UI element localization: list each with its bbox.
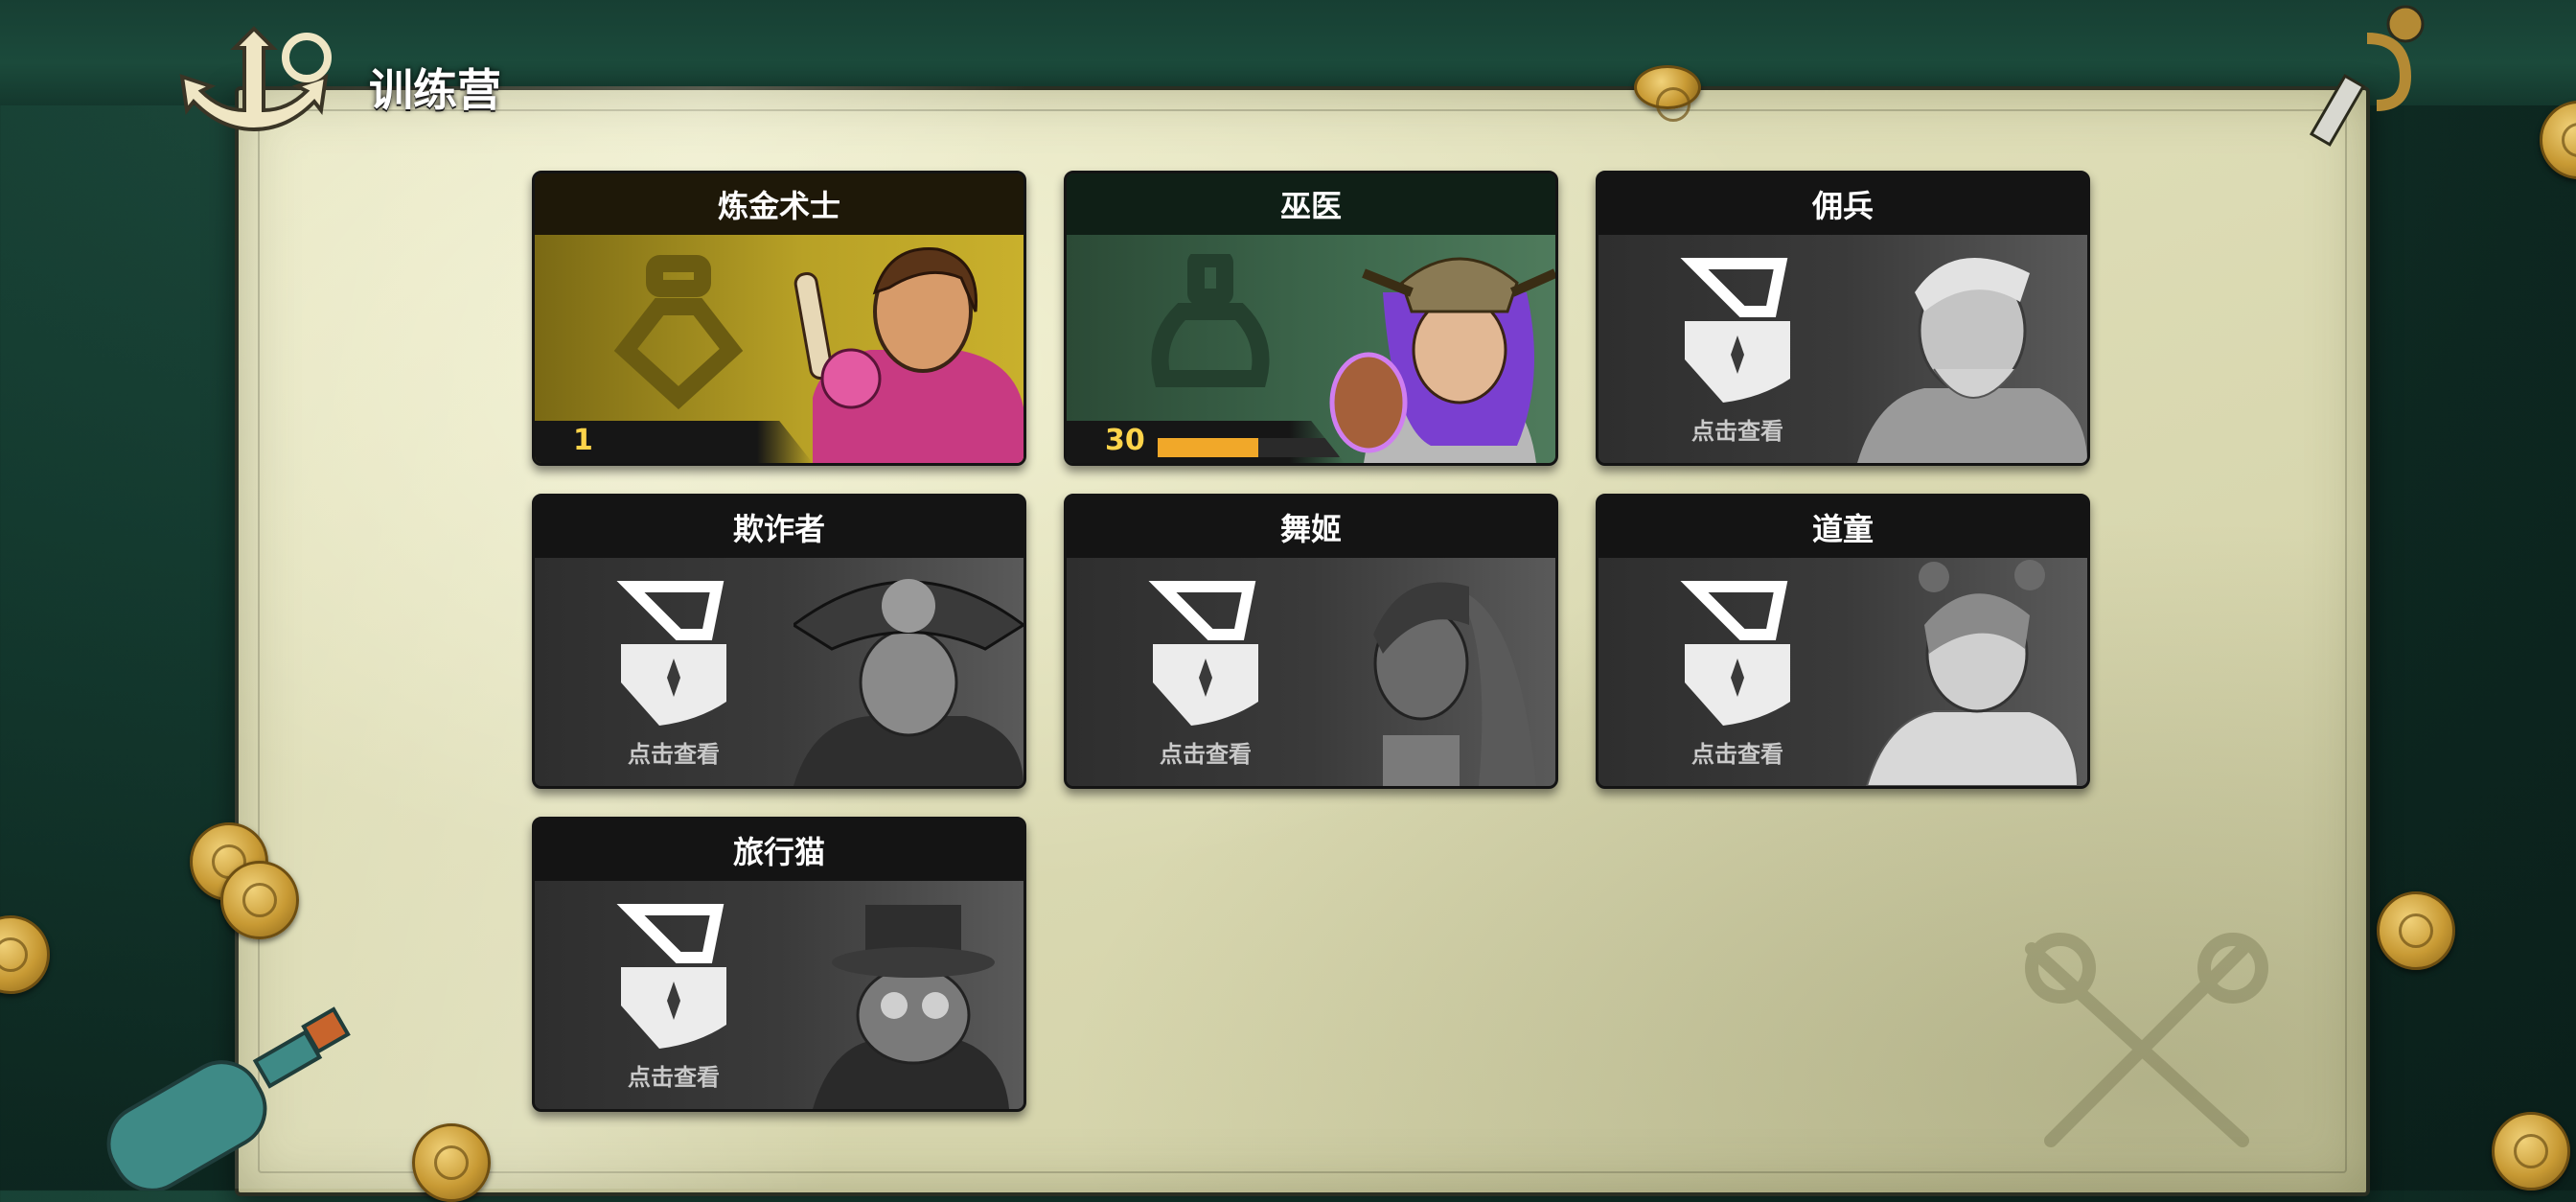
hero-card-dancer[interactable]: 舞姬 点击查看	[1064, 494, 1558, 789]
alchemist-portrait	[794, 247, 1024, 463]
coin-icon	[2540, 101, 2576, 179]
card-title: 巫医	[1067, 173, 1555, 235]
hero-card-travel-cat[interactable]: 旅行猫 点击查看	[532, 817, 1026, 1112]
witch-doctor-portrait	[1329, 257, 1555, 463]
sword-icon	[2310, 5, 2425, 147]
coin-icon	[2492, 1112, 2570, 1190]
xp-progress-fill	[1158, 438, 1258, 457]
hero-card-taoist[interactable]: 道童 点击查看	[1596, 494, 2090, 789]
taoist-portrait	[1865, 560, 2080, 786]
coin-icon	[0, 915, 50, 994]
coin-icon	[2377, 891, 2455, 970]
page-title: 训练营	[369, 64, 501, 116]
view-details-label: 点击查看	[1691, 741, 1783, 768]
level-badge: 30	[1067, 421, 1345, 463]
trickster-portrait	[794, 579, 1024, 786]
card-title: 欺诈者	[535, 497, 1024, 558]
view-details-label: 点击查看	[628, 741, 720, 768]
card-body: 30	[1067, 235, 1555, 463]
card-body: 点击查看	[535, 881, 1024, 1109]
dancer-portrait	[1373, 582, 1536, 786]
card-title: 舞姬	[1067, 497, 1555, 558]
view-details-label: 点击查看	[1160, 741, 1252, 768]
hero-card-trickster[interactable]: 欺诈者 点击查看	[532, 494, 1026, 789]
hero-card-witch-doctor[interactable]: 巫医 30	[1064, 171, 1558, 466]
map-sketch-icon	[2025, 933, 2268, 1147]
card-body: 点击查看	[1598, 558, 2087, 786]
lock-icon	[616, 904, 726, 1049]
card-title: 道童	[1598, 497, 2087, 558]
flask-emblem-icon	[613, 255, 744, 410]
card-body: 点击查看	[535, 558, 1024, 786]
level-number: 1	[573, 424, 593, 457]
hero-card-mercenary[interactable]: 佣兵 点击查看	[1596, 171, 2090, 466]
card-body: 1	[535, 235, 1024, 463]
xp-progress-bar	[1158, 438, 1340, 457]
view-details-label: 点击查看	[628, 1064, 720, 1091]
card-title: 旅行猫	[535, 820, 1024, 881]
mercenary-portrait	[1857, 258, 2087, 463]
level-badge: 1	[535, 421, 813, 463]
card-body: 点击查看	[1067, 558, 1555, 786]
card-body: 点击查看	[1598, 235, 2087, 463]
coin-icon	[220, 861, 299, 939]
lock-icon	[1680, 258, 1790, 403]
potion-emblem-icon	[1151, 254, 1270, 387]
card-title: 佣兵	[1598, 173, 2087, 235]
card-title: 炼金术士	[535, 173, 1024, 235]
anchor-icon[interactable]	[163, 19, 345, 153]
lock-icon	[616, 581, 726, 726]
view-details-label: 点击查看	[1691, 418, 1783, 445]
bottle-icon	[106, 1006, 351, 1190]
lock-icon	[1148, 581, 1258, 726]
level-number: 30	[1105, 424, 1145, 457]
travel-cat-portrait	[813, 905, 1009, 1109]
hero-card-alchemist[interactable]: 炼金术士 1	[532, 171, 1026, 466]
coin-icon	[1634, 65, 1701, 122]
lock-icon	[1680, 581, 1790, 726]
